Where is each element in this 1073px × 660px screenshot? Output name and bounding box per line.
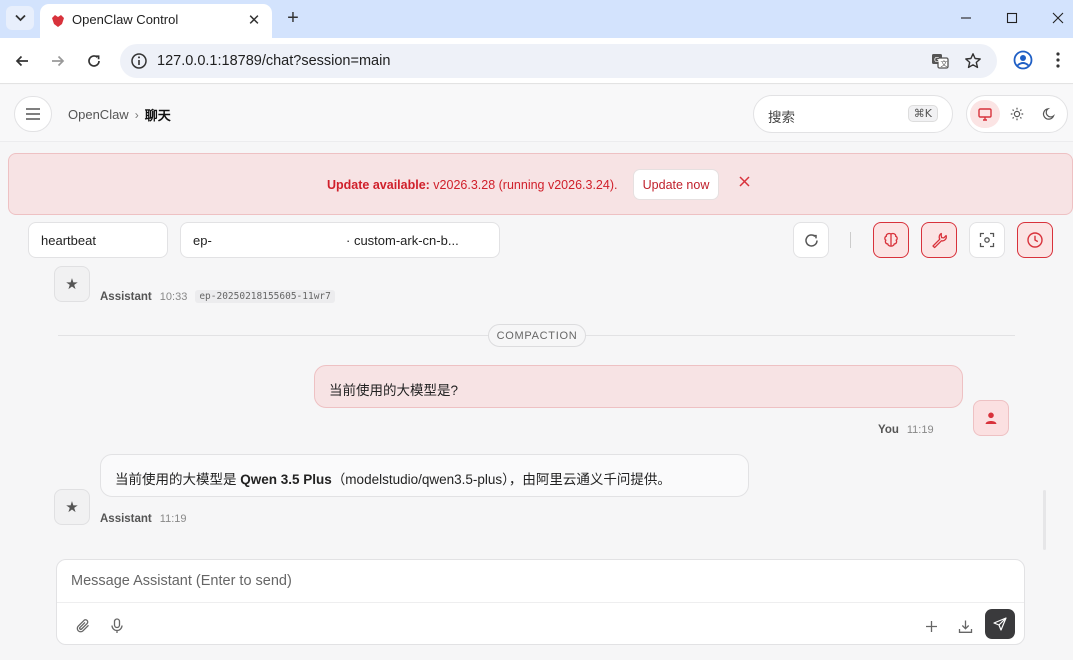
assistant-text-model: Qwen 3.5 Plus <box>240 472 332 487</box>
assistant-avatar: ★ <box>54 266 90 302</box>
tools-toggle-button[interactable] <box>921 222 957 258</box>
app-header: OpenClaw › 聊天 搜索 ⌘K <box>0 85 1073 142</box>
message-time: 10:33 <box>159 290 188 303</box>
model-tag: ep-20250218155605-11wr7 <box>195 290 335 303</box>
send-button[interactable] <box>985 609 1015 639</box>
message-composer: Message Assistant (Enter to send) <box>56 559 1025 645</box>
update-message: Update available: v2026.3.28 (running v2… <box>327 178 617 192</box>
assistant-avatar: ★ <box>54 489 90 525</box>
window-maximize-icon[interactable] <box>989 0 1035 36</box>
breadcrumb: OpenClaw › 聊天 <box>68 105 171 124</box>
profile-avatar-icon[interactable] <box>1012 49 1034 71</box>
user-avatar <box>973 400 1009 436</box>
new-session-plus-icon[interactable] <box>917 612 945 640</box>
attach-paperclip-icon[interactable] <box>69 612 97 640</box>
message-author: Assistant <box>100 290 152 303</box>
message-time: 11:19 <box>906 424 934 436</box>
export-download-icon[interactable] <box>951 612 979 640</box>
model-select-provider: · custom-ark-cn-b... <box>346 233 459 248</box>
chat-scrollbar[interactable] <box>1043 490 1046 550</box>
message-author: You <box>878 424 899 436</box>
message-input[interactable]: Message Assistant (Enter to send) <box>71 573 292 589</box>
model-select[interactable]: ep- · custom-ark-cn-b... <box>180 222 500 258</box>
sidebar-toggle-button[interactable] <box>14 96 52 132</box>
search-input[interactable]: 搜索 ⌘K <box>753 95 953 133</box>
star-icon: ★ <box>65 499 79 516</box>
forward-arrow-icon[interactable] <box>46 49 70 73</box>
search-placeholder: 搜索 <box>768 110 795 125</box>
theme-light-sun-icon[interactable] <box>1002 100 1032 128</box>
new-tab-plus-icon[interactable]: + <box>282 7 304 29</box>
update-label: Update available: <box>327 178 430 192</box>
breadcrumb-separator: › <box>134 107 139 122</box>
tab-search-chevron-icon[interactable] <box>6 6 34 30</box>
message-author: Assistant <box>100 513 152 525</box>
assistant-text-after: （modelstudio/qwen3.5-plus），由阿里云通义千问提供。 <box>331 472 671 487</box>
reload-icon[interactable] <box>82 49 106 73</box>
translate-icon[interactable]: G文 <box>930 51 950 71</box>
window-close-icon[interactable] <box>1035 0 1073 36</box>
browser-toolbar: 127.0.0.1:18789/chat?session=main G文 <box>0 38 1073 84</box>
brain-icon <box>884 232 898 247</box>
clock-icon <box>1027 232 1043 248</box>
message-meta: Assistant 10:33 ep-20250218155605-11wr7 <box>100 290 335 303</box>
search-shortcut-badge: ⌘K <box>907 105 938 122</box>
window-minimize-icon[interactable] <box>943 0 989 36</box>
assistant-text-before: 当前使用的大模型是 <box>115 472 241 487</box>
message-meta: Assistant 11:19 <box>100 513 187 525</box>
browser-tabstrip: OpenClaw Control ✕ + <box>0 0 1073 38</box>
theme-system-monitor-icon[interactable] <box>970 100 1000 128</box>
microphone-icon[interactable] <box>103 612 131 640</box>
browser-tab-active[interactable]: OpenClaw Control ✕ <box>40 4 272 38</box>
session-select[interactable]: heartbeat <box>28 222 168 258</box>
theme-switcher <box>966 95 1068 133</box>
site-info-icon[interactable] <box>130 52 148 70</box>
svg-text:文: 文 <box>941 59 948 68</box>
wrench-icon <box>932 232 947 249</box>
message-meta: You 11:19 <box>878 424 934 436</box>
lobster-favicon-icon <box>52 15 64 27</box>
message-time: 11:19 <box>159 513 187 525</box>
update-now-button[interactable]: Update now <box>633 169 719 200</box>
breadcrumb-current: 聊天 <box>144 108 171 123</box>
hamburger-icon <box>26 108 40 120</box>
close-icon[interactable] <box>735 172 753 190</box>
update-banner: Update available: v2026.3.28 (running v2… <box>8 153 1073 215</box>
url-text[interactable]: 127.0.0.1:18789/chat?session=main <box>157 53 390 69</box>
refresh-icon <box>804 233 818 247</box>
breadcrumb-root[interactable]: OpenClaw <box>68 107 129 122</box>
focus-frame-icon <box>979 232 995 248</box>
toolbar-divider <box>850 232 851 248</box>
address-bar[interactable]: 127.0.0.1:18789/chat?session=main G文 <box>120 44 997 78</box>
refresh-button[interactable] <box>793 222 829 258</box>
back-arrow-icon[interactable] <box>10 49 34 73</box>
model-select-prefix: ep- <box>193 233 212 248</box>
theme-dark-moon-icon[interactable] <box>1034 100 1064 128</box>
assistant-message-bubble: 当前使用的大模型是 Qwen 3.5 Plus（modelstudio/qwen… <box>100 454 749 497</box>
bookmark-star-icon[interactable] <box>963 51 983 71</box>
tab-title: OpenClaw Control <box>72 12 179 27</box>
composer-divider <box>57 602 1024 603</box>
cron-schedule-button[interactable] <box>1017 222 1053 258</box>
svg-text:G: G <box>934 56 939 64</box>
focus-mode-button[interactable] <box>969 222 1005 258</box>
compaction-divider: COMPACTION <box>488 324 586 347</box>
user-message-bubble: 当前使用的大模型是? <box>314 365 963 408</box>
browser-menu-icon[interactable] <box>1050 49 1066 71</box>
tab-close-icon[interactable]: ✕ <box>244 10 264 30</box>
thinking-toggle-button[interactable] <box>873 222 909 258</box>
star-icon: ★ <box>65 276 79 293</box>
person-icon <box>985 412 997 424</box>
send-paper-plane-icon <box>993 617 1007 631</box>
update-version-text: v2026.3.28 (running v2026.3.24). <box>429 178 618 192</box>
